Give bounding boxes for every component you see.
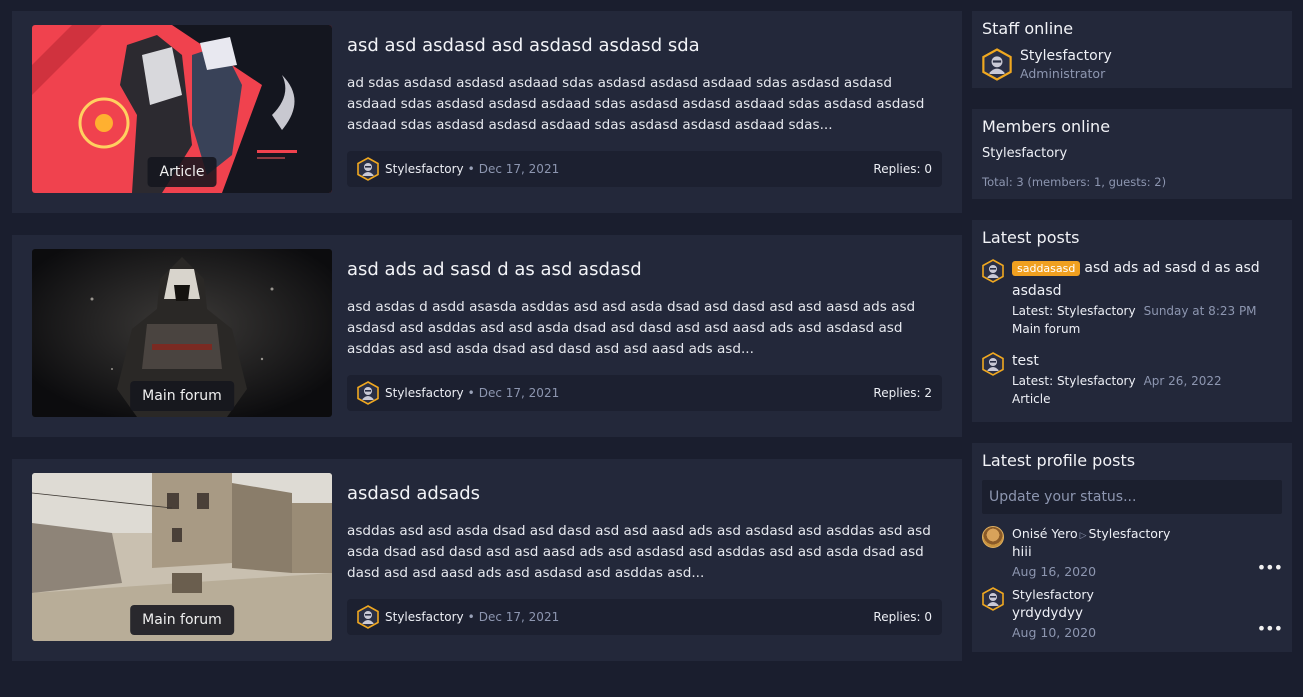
latest-post-title[interactable]: saddasasd asd ads ad sasd d as asd asdasd [1012, 257, 1282, 302]
author-link[interactable]: Stylesfactory [385, 610, 464, 624]
article-title[interactable]: asd asd asdasd asd asdasd asdasd sda [347, 35, 700, 56]
poster-avatar-icon[interactable] [982, 259, 1004, 283]
latest-post-meta: Latest: Stylesfactory Sunday at 8:23 PM [1012, 304, 1257, 318]
article-card: Main forum asdasd adsads asddas asd asd … [12, 459, 962, 661]
latest-posts-block: Latest posts saddasasd asd ads ad sasd d … [972, 220, 1292, 422]
replies-count: Replies: 0 [873, 610, 932, 624]
profile-post-message: yrdydydyy [1012, 605, 1083, 621]
article-snippet: asd asdas d asdd asasda asddas asd asd a… [347, 299, 916, 357]
staff-member: Stylesfactory Administrator [982, 48, 1282, 81]
article-meta-bar: Stylesfactory • Dec 17, 2021 Replies: 0 [347, 599, 942, 635]
profile-post-message: hiii [1012, 544, 1032, 560]
staff-role: Administrator [1020, 66, 1106, 81]
profile-post-item: Onisé Yero ▷ Stylesfactory hiii Aug 16, 20… [982, 526, 1283, 579]
more-options-icon[interactable]: ••• [1257, 619, 1283, 638]
profile-post-item: Stylesfactory yrdydydyy Aug 10, 2020 ••• [982, 587, 1283, 640]
latest-post-item: test Latest: Stylesfactory Apr 26, 2022 A… [982, 350, 1282, 408]
article-snippet: ad sdas asdasd asdasd asdaad sdas asdasd… [347, 75, 925, 133]
post-date[interactable]: Dec 17, 2021 [479, 162, 559, 176]
status-update-input[interactable] [982, 480, 1282, 514]
latest-post-title[interactable]: test [1012, 350, 1222, 372]
members-online-block: Members online Stylesfactory Total: 3 (m… [972, 109, 1292, 199]
profile-post-date[interactable]: Aug 10, 2020 [1012, 625, 1096, 640]
author-avatar-icon[interactable] [357, 157, 379, 181]
thread-prefix-badge[interactable]: saddasasd [1012, 261, 1081, 276]
category-badge[interactable]: Main forum [130, 381, 234, 411]
staff-name[interactable]: Stylesfactory [1020, 48, 1112, 64]
post-date[interactable]: Dec 17, 2021 [479, 386, 559, 400]
article-thumbnail[interactable]: Article [32, 25, 332, 193]
sidebar: Staff online Stylesfactory Administrator… [972, 11, 1292, 673]
article-thumbnail[interactable]: Main forum [32, 473, 332, 641]
article-title[interactable]: asdasd adsads [347, 483, 480, 504]
poster-avatar-icon[interactable] [982, 352, 1004, 376]
author-avatar-icon[interactable] [357, 381, 379, 405]
author-avatar-icon[interactable] [357, 605, 379, 629]
block-heading: Members online [982, 117, 1111, 136]
article-meta-bar: Stylesfactory • Dec 17, 2021 Replies: 0 [347, 151, 942, 187]
replies-count: Replies: 0 [873, 162, 932, 176]
separator-dot: • [467, 162, 475, 176]
latest-profile-posts-block: Latest profile posts Onisé Yero▷Stylesfa… [972, 443, 1292, 652]
staff-online-block: Staff online Stylesfactory Administrator [972, 11, 1292, 88]
separator-dot: • [467, 386, 475, 400]
separator-dot: • [467, 610, 475, 624]
members-total: Total: 3 (members: 1, guests: 2) [982, 175, 1167, 189]
block-heading: Latest posts [982, 228, 1080, 247]
article-thumbnail[interactable]: Main forum [32, 249, 332, 417]
post-date[interactable]: Dec 17, 2021 [479, 610, 559, 624]
staff-avatar-icon[interactable] [982, 48, 1012, 81]
article-snippet: asddas asd asd asda dsad asd dasd asd as… [347, 523, 931, 581]
latest-post-forum[interactable]: Article [1012, 390, 1222, 408]
block-heading: Latest profile posts [982, 451, 1136, 470]
latest-post-meta: Latest: Stylesfactory Apr 26, 2022 [1012, 374, 1222, 388]
profile-post-date[interactable]: Aug 16, 2020 [1012, 564, 1170, 579]
triangle-right-icon: ▷ [1079, 531, 1087, 541]
author-link[interactable]: Stylesfactory [385, 386, 464, 400]
article-card: Article asd asd asdasd asd asdasd asdasd… [12, 11, 962, 213]
user-avatar-icon[interactable] [982, 587, 1004, 611]
user-avatar-icon[interactable] [982, 526, 1004, 548]
profile-post-users: Onisé Yero ▷ Stylesfactory [1012, 526, 1171, 541]
article-meta-bar: Stylesfactory • Dec 17, 2021 Replies: 2 [347, 375, 942, 411]
author-link[interactable]: Stylesfactory [385, 162, 464, 176]
profile-post-users: Stylesfactory [1012, 587, 1094, 602]
article-title[interactable]: asd ads ad sasd d as asd asdasd [347, 259, 642, 280]
member-link[interactable]: Stylesfactory [982, 146, 1282, 161]
block-heading: Staff online [982, 19, 1074, 38]
latest-post-forum[interactable]: Main forum [1012, 320, 1282, 338]
replies-count: Replies: 2 [873, 386, 932, 400]
category-badge[interactable]: Article [147, 157, 217, 187]
category-badge[interactable]: Main forum [130, 605, 234, 635]
more-options-icon[interactable]: ••• [1257, 558, 1283, 577]
article-card: Main forum asd ads ad sasd d as asd asda… [12, 235, 962, 437]
latest-post-item: saddasasd asd ads ad sasd d as asd asdasd… [982, 257, 1282, 338]
article-list: Article asd asd asdasd asd asdasd asdasd… [12, 11, 962, 683]
